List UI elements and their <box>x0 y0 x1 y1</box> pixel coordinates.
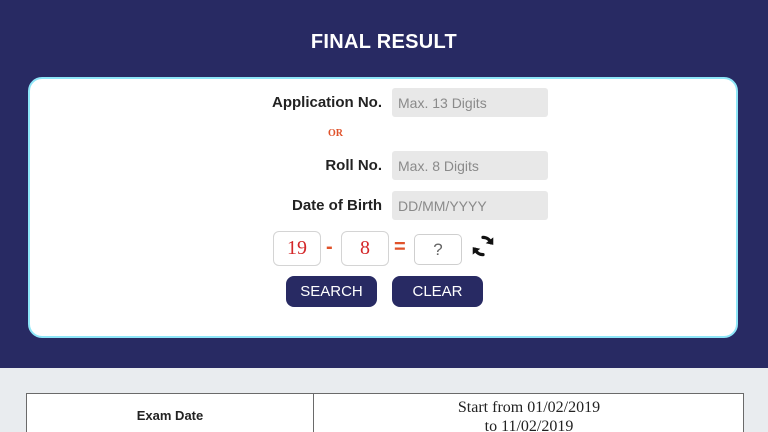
refresh-icon[interactable] <box>470 233 496 259</box>
search-button[interactable]: SEARCH <box>286 276 377 307</box>
exam-date-line-2: to 11/02/2019 <box>484 418 574 432</box>
roll-no-label: Roll No. <box>325 157 382 174</box>
exam-date-value: Start from 01/02/2019 to 11/02/2019 <box>314 398 744 432</box>
exam-date-line-1: Start from 01/02/2019 <box>457 399 601 416</box>
result-form-card <box>28 77 738 338</box>
captcha-operator: - <box>326 236 333 258</box>
application-no-label: Application No. <box>272 94 382 111</box>
or-separator: OR <box>328 128 343 139</box>
exam-date-header: Exam Date <box>136 408 204 423</box>
captcha-equals: = <box>394 236 406 258</box>
captcha-operand-b: 8 <box>341 231 389 266</box>
roll-no-input[interactable] <box>392 151 548 180</box>
captcha-answer-input[interactable] <box>414 234 462 265</box>
dob-input[interactable] <box>392 191 548 220</box>
exam-schedule-table: Exam Date Start from 01/02/2019 to 11/02… <box>26 393 744 432</box>
clear-button[interactable]: CLEAR <box>392 276 483 307</box>
captcha-operand-a: 19 <box>273 231 321 266</box>
dob-label: Date of Birth <box>292 197 382 214</box>
application-no-input[interactable] <box>392 88 548 117</box>
page-title: FINAL RESULT <box>310 31 458 53</box>
